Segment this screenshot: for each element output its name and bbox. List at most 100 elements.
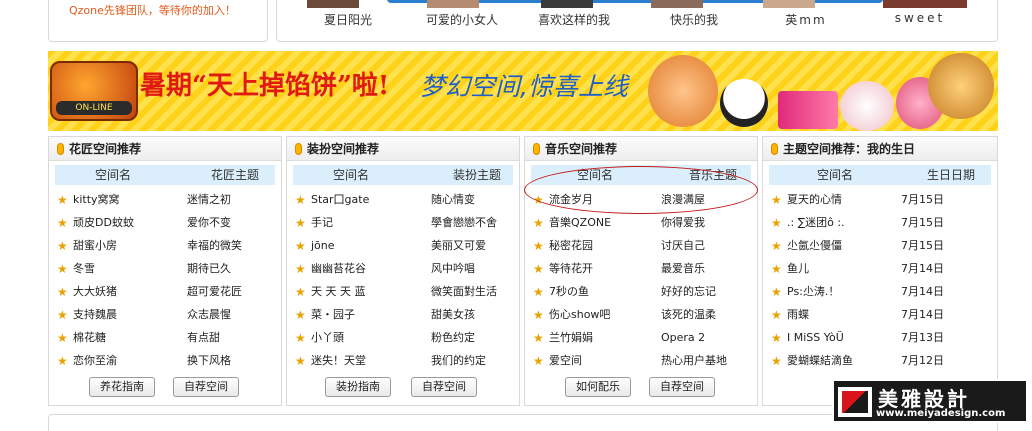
recommend-space-button[interactable]: 自荐空间 xyxy=(411,377,477,397)
list-item[interactable]: ★ I MiSS YòÜ 7月13日 xyxy=(771,327,991,349)
space-name-link[interactable]: 雨蝶 xyxy=(787,304,809,326)
space-name-link[interactable]: 甜蜜小房 xyxy=(73,235,117,257)
space-name-link[interactable]: 音樂QZONE xyxy=(549,212,611,234)
list-item[interactable]: ★ 支持魏晨 众志晨惺 xyxy=(57,304,277,326)
list-item[interactable]: ★ 尐氤尐僈僵 7月15日 xyxy=(771,235,991,257)
promo-banner[interactable]: ON-LINE 暑期“天上掉馅饼”啦! 梦幻空间,惊喜上线 xyxy=(48,51,998,131)
list-item[interactable]: ★ 鱼儿 7月14日 xyxy=(771,258,991,280)
theme-link[interactable]: 學會戀戀不舍 xyxy=(431,212,497,234)
list-item[interactable]: ★ 小丫頭 粉色约定 xyxy=(295,327,515,349)
space-name-link[interactable]: I MiSS YòÜ xyxy=(787,327,844,349)
theme-link[interactable]: 幸福的微笑 xyxy=(187,235,242,257)
space-name-link[interactable]: kitty窝窝 xyxy=(73,189,120,211)
user-name[interactable]: 喜欢这样的我 xyxy=(529,11,619,28)
theme-link[interactable]: 讨厌自己 xyxy=(661,235,705,257)
list-item[interactable]: ★ 迷失！天堂 我们的约定 xyxy=(295,350,515,372)
user-photo[interactable] xyxy=(427,0,479,8)
list-item[interactable]: ★ 甜蜜小房 幸福的微笑 xyxy=(57,235,277,257)
user-name[interactable]: 快乐的我 xyxy=(649,11,739,28)
theme-link[interactable]: 最爱音乐 xyxy=(661,258,705,280)
theme-link[interactable]: 超可爱花匠 xyxy=(187,281,242,303)
space-name-link[interactable]: Ps:尐涛.！ xyxy=(787,281,839,303)
theme-link[interactable]: 粉色约定 xyxy=(431,327,475,349)
list-item[interactable]: ★ 7秒の鱼 好好的忘记 xyxy=(533,281,753,303)
space-name-link[interactable]: 迷失！天堂 xyxy=(311,350,366,372)
theme-link[interactable]: 有点甜 xyxy=(187,327,220,349)
list-item[interactable]: ★ .: ∑迷团ô :. 7月15日 xyxy=(771,212,991,234)
space-name-link[interactable]: 爱空间 xyxy=(549,350,582,372)
space-name-link[interactable]: 菜・园子 xyxy=(311,304,355,326)
space-name-link[interactable]: 棉花糖 xyxy=(73,327,106,349)
decoration-guide-button[interactable]: 装扮指南 xyxy=(325,377,391,397)
space-name-link[interactable]: 恋你至渝 xyxy=(73,350,117,372)
user-name[interactable]: 夏日阳光 xyxy=(303,11,393,28)
recruit-tagline[interactable]: Qzone先锋团队，等待你的加入！ xyxy=(69,2,236,18)
list-item[interactable]: ★ 秘密花园 讨厌自己 xyxy=(533,235,753,257)
space-name-link[interactable]: 伤心show吧 xyxy=(549,304,610,326)
list-item[interactable]: ★ 顽皮DD蚊蚊 爱你不变 xyxy=(57,212,277,234)
list-item[interactable]: ★ jōne 美丽又可爱 xyxy=(295,235,515,257)
space-name-link[interactable]: 顽皮DD蚊蚊 xyxy=(73,212,134,234)
theme-link[interactable]: 好好的忘记 xyxy=(661,281,716,303)
list-item[interactable]: ★ 夏天的心情 7月15日 xyxy=(771,189,991,211)
space-name-link[interactable]: 支持魏晨 xyxy=(73,304,117,326)
list-item[interactable]: ★ Ps:尐涛.！ 7月14日 xyxy=(771,281,991,303)
flower-guide-button[interactable]: 养花指南 xyxy=(89,377,155,397)
recommend-space-button[interactable]: 自荐空间 xyxy=(173,377,239,397)
theme-link[interactable]: 众志晨惺 xyxy=(187,304,231,326)
list-item[interactable]: ★ 恋你至渝 换下风格 xyxy=(57,350,277,372)
space-name-link[interactable]: 秘密花园 xyxy=(549,235,593,257)
theme-link[interactable]: Opera 2 xyxy=(661,327,705,349)
recommend-space-button[interactable]: 自荐空间 xyxy=(649,377,715,397)
space-name-link[interactable]: 大大妖猪 xyxy=(73,281,117,303)
theme-link[interactable]: 爱你不变 xyxy=(187,212,231,234)
list-item[interactable]: ★ Star囗gate 随心情变 xyxy=(295,189,515,211)
space-name-link[interactable]: 小丫頭 xyxy=(311,327,344,349)
list-item[interactable]: ★ 大大妖猪 超可爱花匠 xyxy=(57,281,277,303)
list-item[interactable]: ★ 菜・园子 甜美女孩 xyxy=(295,304,515,326)
list-item[interactable]: ★ 兰竹娟娟 Opera 2 xyxy=(533,327,753,349)
user-name[interactable]: sweet xyxy=(875,11,965,25)
user-photo[interactable] xyxy=(763,0,815,8)
user-photo[interactable] xyxy=(541,0,593,8)
theme-link[interactable]: 期待已久 xyxy=(187,258,231,280)
user-name[interactable]: 可爱的小女人 xyxy=(417,11,507,28)
theme-link[interactable]: 风中吟唱 xyxy=(431,258,475,280)
user-photo[interactable] xyxy=(883,0,967,8)
list-item[interactable]: ★ 手记 學會戀戀不舍 xyxy=(295,212,515,234)
space-name-link[interactable]: 兰竹娟娟 xyxy=(549,327,593,349)
space-name-link[interactable]: 等待花开 xyxy=(549,258,593,280)
space-name-link[interactable]: Star囗gate xyxy=(311,189,369,211)
list-item[interactable]: ★ 天 天 天 蓝 微笑面對生活 xyxy=(295,281,515,303)
music-guide-button[interactable]: 如何配乐 xyxy=(565,377,631,397)
theme-link[interactable]: 我们的约定 xyxy=(431,350,486,372)
user-name[interactable]: 英mm xyxy=(761,11,851,28)
list-item[interactable]: ★ 雨蝶 7月14日 xyxy=(771,304,991,326)
list-item[interactable]: ★ 愛蝴蝶結滴鱼 7月12日 xyxy=(771,350,991,372)
space-name-link[interactable]: jōne xyxy=(311,235,335,257)
list-item[interactable]: ★ 伤心show吧 该死的温柔 xyxy=(533,304,753,326)
space-name-link[interactable]: 尐氤尐僈僵 xyxy=(787,235,842,257)
list-item[interactable]: ★ 幽幽苔花谷 风中吟唱 xyxy=(295,258,515,280)
theme-link[interactable]: 随心情变 xyxy=(431,189,475,211)
space-name-link[interactable]: 冬雪 xyxy=(73,258,95,280)
space-name-link[interactable]: .: ∑迷团ô :. xyxy=(787,212,845,234)
theme-link[interactable]: 微笑面對生活 xyxy=(431,281,497,303)
space-name-link[interactable]: 幽幽苔花谷 xyxy=(311,258,366,280)
theme-link[interactable]: 甜美女孩 xyxy=(431,304,475,326)
space-name-link[interactable]: 夏天的心情 xyxy=(787,189,842,211)
list-item[interactable]: ★ 音樂QZONE 你得爱我 xyxy=(533,212,753,234)
space-name-link[interactable]: 7秒の鱼 xyxy=(549,281,589,303)
list-item[interactable]: ★ 等待花开 最爱音乐 xyxy=(533,258,753,280)
theme-link[interactable]: 你得爱我 xyxy=(661,212,705,234)
user-photo[interactable] xyxy=(307,0,359,8)
space-name-link[interactable]: 天 天 天 蓝 xyxy=(311,281,366,303)
list-item[interactable]: ★ 冬雪 期待已久 xyxy=(57,258,277,280)
theme-link[interactable]: 迷情之初 xyxy=(187,189,231,211)
user-photo[interactable] xyxy=(651,0,703,8)
theme-link[interactable]: 换下风格 xyxy=(187,350,231,372)
list-item[interactable]: ★ kitty窝窝 迷情之初 xyxy=(57,189,277,211)
space-name-link[interactable]: 愛蝴蝶結滴鱼 xyxy=(787,350,853,372)
list-item[interactable]: ★ 棉花糖 有点甜 xyxy=(57,327,277,349)
theme-link[interactable]: 美丽又可爱 xyxy=(431,235,486,257)
